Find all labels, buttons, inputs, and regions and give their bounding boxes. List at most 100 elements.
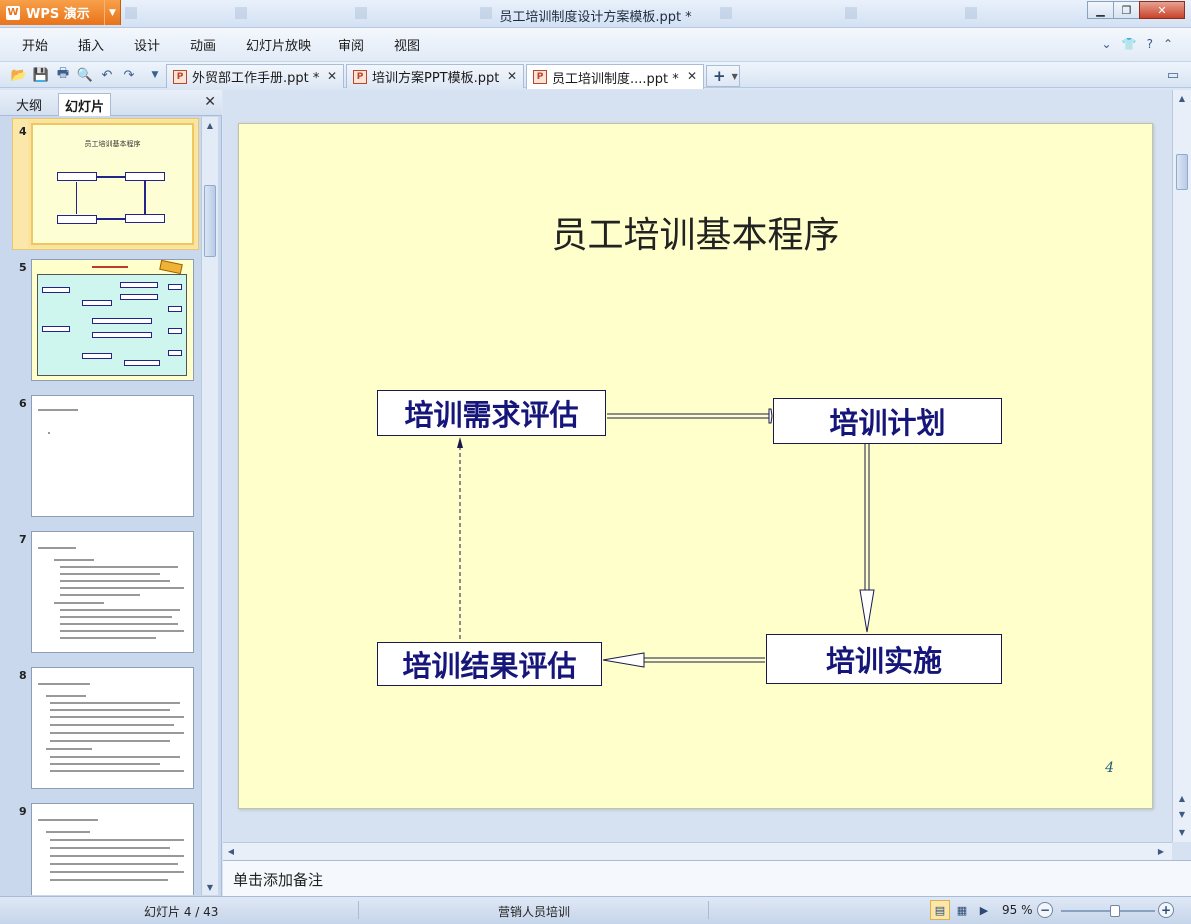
thumb-box bbox=[168, 350, 182, 356]
menu-slideshow[interactable]: 幻灯片放映 bbox=[246, 35, 311, 54]
thumbnail-scrollbar[interactable]: ▲ ▼ bbox=[201, 117, 218, 895]
minimize-button[interactable]: ▁ bbox=[1087, 1, 1114, 19]
open-folder-icon[interactable]: 📂 bbox=[10, 66, 28, 84]
redo-icon[interactable]: ↷ bbox=[120, 66, 138, 84]
undo-icon[interactable]: ↶ bbox=[98, 66, 116, 84]
slide-counter: 幻灯片 4 / 43 bbox=[144, 905, 219, 919]
menu-animation[interactable]: 动画 bbox=[190, 35, 216, 54]
arrow-head bbox=[602, 652, 645, 668]
thumb-box bbox=[92, 318, 152, 324]
window-layout-icon[interactable]: ▭ bbox=[1164, 66, 1182, 84]
slide-thumbnail[interactable]: 员工培训基本程序 bbox=[31, 123, 194, 245]
next-slide-icon[interactable]: ▼ bbox=[1174, 824, 1190, 840]
thumb-box bbox=[168, 284, 182, 290]
slide-thumbnail[interactable] bbox=[31, 803, 194, 895]
slide-thumbnail[interactable] bbox=[31, 667, 194, 789]
skin-icon[interactable]: 👕 bbox=[1122, 37, 1137, 51]
scroll-right-icon[interactable]: ▶ bbox=[1153, 843, 1169, 859]
scrollbar-thumb[interactable] bbox=[204, 185, 216, 257]
thumb-text-line bbox=[60, 609, 180, 611]
menu-bar: 开始 插入 设计 动画 幻灯片放映 审阅 视图 ⌄ 👕 ? ⌃ bbox=[0, 28, 1191, 62]
box-training-needs[interactable]: 培训需求评估 bbox=[377, 390, 606, 436]
new-tab-button[interactable]: + ▼ bbox=[706, 65, 740, 87]
slideshow-icon[interactable]: ▶ bbox=[974, 900, 994, 920]
thumb-text-line bbox=[50, 709, 170, 711]
scroll-up-icon[interactable]: ▲ bbox=[202, 117, 218, 133]
notes-pane[interactable]: 单击添加备注 bbox=[223, 860, 1191, 896]
menu-view[interactable]: 视图 bbox=[394, 35, 420, 54]
scroll-left-icon[interactable]: ◀ bbox=[223, 843, 239, 859]
zoom-in-icon[interactable]: + bbox=[1158, 902, 1174, 918]
close-icon[interactable]: ✕ bbox=[687, 69, 697, 83]
thumb-connector bbox=[97, 176, 125, 178]
thumb-text-line bbox=[46, 695, 86, 697]
box-training-implement[interactable]: 培训实施 bbox=[766, 634, 1002, 684]
doc-tab-label: 培训方案PPT模板.ppt bbox=[372, 71, 500, 86]
thumb-text-line bbox=[50, 756, 180, 758]
menu-home[interactable]: 开始 bbox=[22, 35, 48, 54]
scroll-down-icon[interactable]: ▼ bbox=[202, 879, 218, 895]
thumb-text-line bbox=[60, 630, 184, 632]
print-icon[interactable]: 🖶 bbox=[54, 66, 72, 84]
save-icon[interactable]: 💾 bbox=[32, 66, 50, 84]
prev-slide-icon[interactable]: ▼ bbox=[1174, 806, 1190, 822]
thumb-text-line bbox=[50, 770, 184, 772]
box-training-plan[interactable]: 培训计划 bbox=[773, 398, 1002, 444]
normal-view-icon[interactable]: ▤ bbox=[930, 900, 950, 920]
thumb-text-line bbox=[60, 637, 156, 639]
customize-toolbar-icon[interactable]: ▼ bbox=[146, 66, 164, 84]
thumb-text-line bbox=[60, 594, 140, 596]
menu-review[interactable]: 审阅 bbox=[338, 35, 364, 54]
slide-page-number: 4 bbox=[1105, 760, 1114, 776]
thumb-text-line bbox=[60, 623, 178, 625]
thumb-text-line bbox=[48, 432, 50, 434]
zoom-slider[interactable] bbox=[1061, 910, 1155, 912]
zoom-out-icon[interactable]: − bbox=[1037, 902, 1053, 918]
print-preview-icon[interactable]: 🔍 bbox=[76, 66, 94, 84]
quick-access-toolbar: 📂 💾 🖶 🔍 ↶ ↷ ▼ P 外贸部工作手册.ppt * ✕ P 培训方案PP… bbox=[0, 62, 1191, 89]
slide-thumbnail[interactable] bbox=[31, 259, 194, 381]
help-icon[interactable]: ? bbox=[1147, 37, 1153, 51]
box-training-result[interactable]: 培训结果评估 bbox=[377, 642, 602, 686]
thumb-text-line bbox=[50, 763, 160, 765]
close-icon[interactable]: ✕ bbox=[507, 69, 517, 83]
thumb-connector bbox=[144, 181, 146, 214]
doc-tab[interactable]: P 外贸部工作手册.ppt * ✕ bbox=[166, 64, 344, 88]
maximize-button[interactable]: ❐ bbox=[1113, 1, 1140, 19]
thumb-text-line bbox=[60, 580, 170, 582]
editor-horizontal-scrollbar[interactable]: ◀ ▶ bbox=[223, 842, 1172, 860]
window-title: 员工培训制度设计方案模板.ppt * bbox=[499, 10, 692, 25]
tab-slides[interactable]: 幻灯片 bbox=[58, 93, 112, 116]
thumb-number: 5 bbox=[19, 261, 27, 274]
menu-design[interactable]: 设计 bbox=[134, 35, 160, 54]
doc-tab-active[interactable]: P 员工培训制度....ppt * ✕ bbox=[526, 64, 704, 89]
thumb-text-line bbox=[50, 839, 184, 841]
slide-thumbnail[interactable] bbox=[31, 395, 194, 517]
close-icon[interactable]: ✕ bbox=[204, 94, 216, 110]
thumb-box bbox=[82, 300, 112, 306]
ppt-file-icon: P bbox=[173, 69, 187, 84]
arrow-head bbox=[457, 437, 463, 448]
scrollbar-thumb[interactable] bbox=[1176, 154, 1188, 190]
chevron-down-icon[interactable]: ▼ bbox=[732, 72, 738, 81]
zoom-slider-handle[interactable] bbox=[1109, 905, 1120, 917]
thumb-number: 7 bbox=[19, 533, 27, 546]
thumb-connector bbox=[76, 182, 77, 214]
thumbnail-list: 4 员工培训基本程序 5 6 7 8 9 bbox=[0, 117, 200, 895]
slide-sorter-icon[interactable]: ▦ bbox=[952, 900, 972, 920]
thumb-badge bbox=[159, 260, 183, 275]
chevron-down-icon[interactable]: ⌄ bbox=[1102, 37, 1112, 51]
ribbon-collapse-icon[interactable]: ⌃ bbox=[1163, 37, 1173, 51]
scroll-up-icon[interactable]: ▲ bbox=[1174, 90, 1190, 106]
tab-outline[interactable]: 大纲 bbox=[10, 93, 48, 116]
scroll-down-icon[interactable]: ▲ bbox=[1174, 790, 1190, 806]
thumb-box bbox=[124, 360, 160, 366]
close-icon[interactable]: ✕ bbox=[327, 69, 337, 83]
thumb-title bbox=[92, 266, 128, 268]
editor-vertical-scrollbar[interactable]: ▲ ▲ ▼ ▼ bbox=[1172, 90, 1191, 842]
menu-insert[interactable]: 插入 bbox=[78, 35, 104, 54]
close-button[interactable]: ✕ bbox=[1139, 1, 1185, 19]
slide-thumbnail[interactable] bbox=[31, 531, 194, 653]
doc-tab[interactable]: P 培训方案PPT模板.ppt ✕ bbox=[346, 64, 524, 88]
current-slide[interactable]: 员工培训基本程序 培训需求评估 培训计划 培训实施 培训结果评估 4 bbox=[238, 123, 1153, 809]
